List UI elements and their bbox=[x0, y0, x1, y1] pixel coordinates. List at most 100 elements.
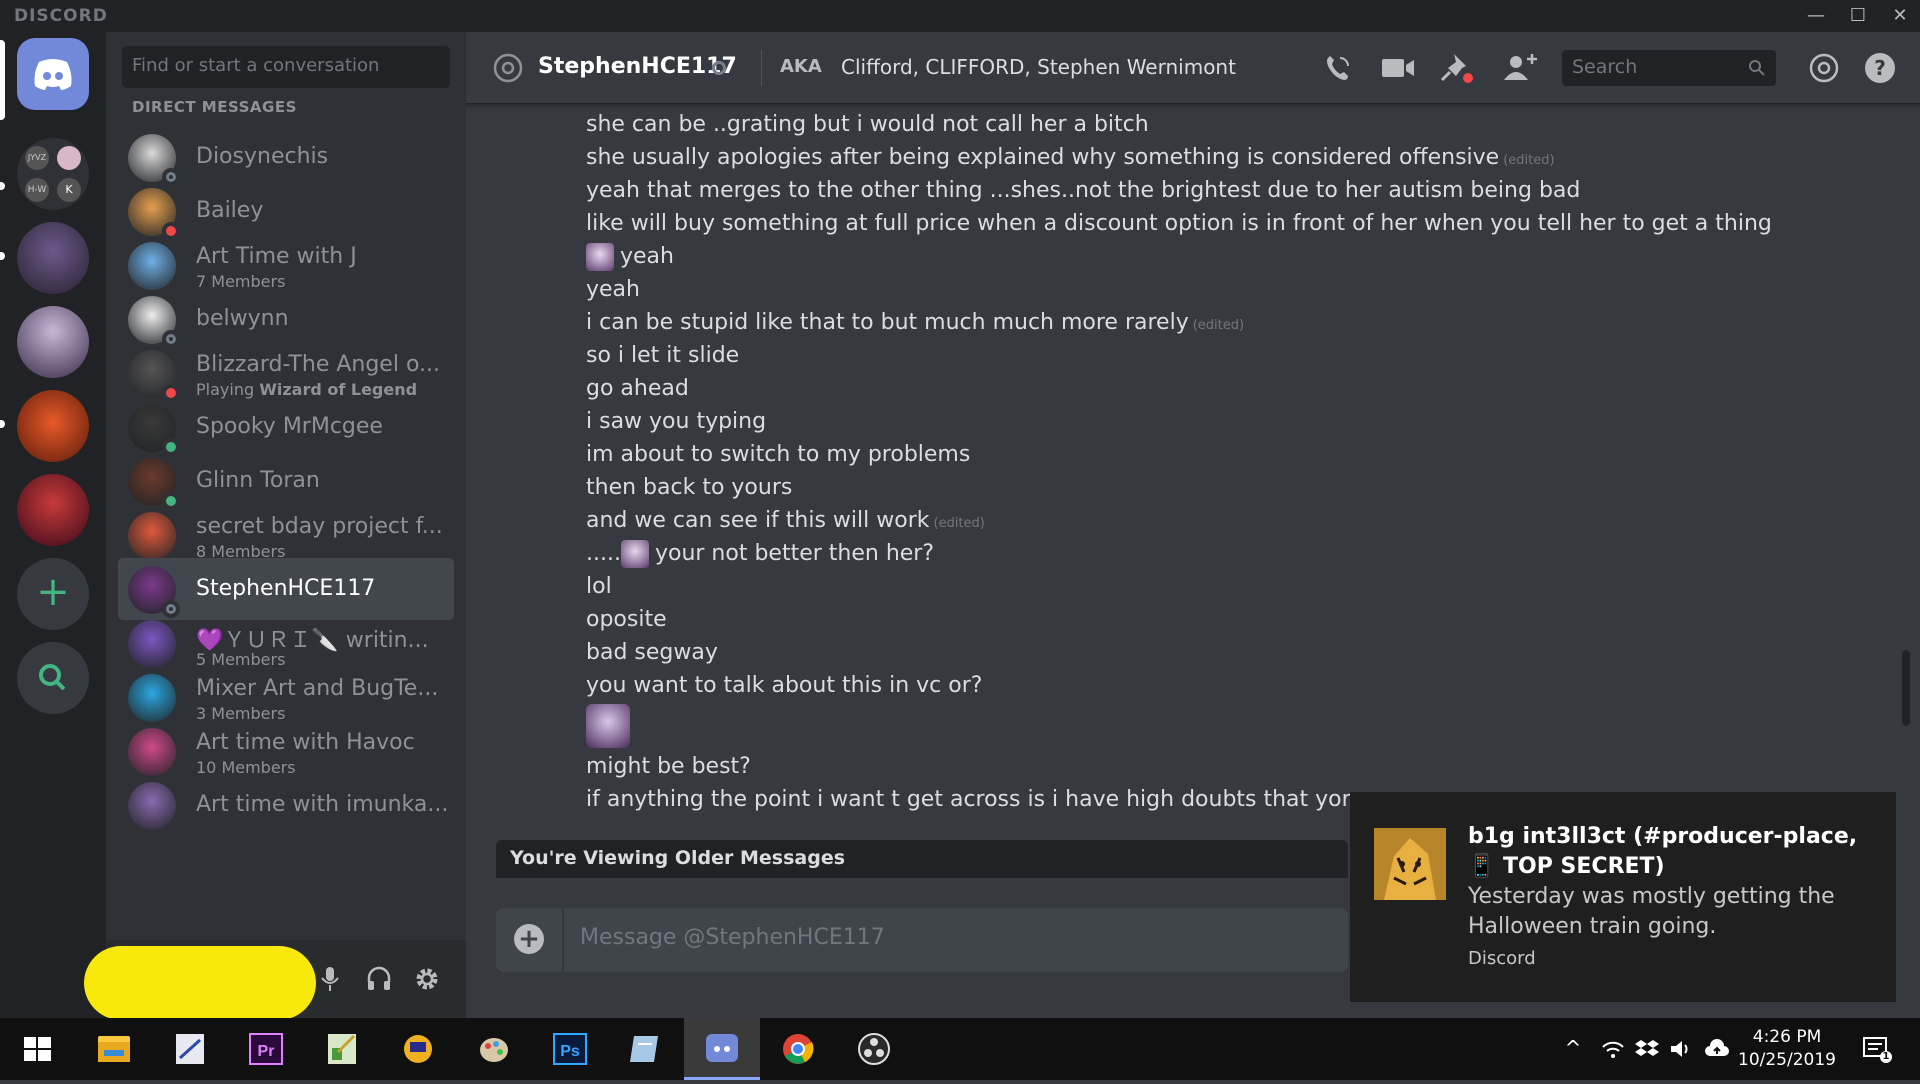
message[interactable]: i saw you typing bbox=[586, 405, 1886, 438]
edited-tag: (edited) bbox=[1192, 318, 1245, 333]
scrollbar-thumb[interactable] bbox=[1902, 650, 1910, 726]
dm-name: Art time with Havoc bbox=[196, 730, 415, 755]
dm-item[interactable]: Diosynechis bbox=[118, 126, 454, 188]
taskbar-app-paint-tool[interactable] bbox=[456, 1018, 532, 1080]
dm-item[interactable]: Mixer Art and BugTe... 3 Members bbox=[118, 666, 454, 728]
voice-call-icon[interactable] bbox=[1318, 50, 1358, 86]
taskbar-app-drawing[interactable] bbox=[152, 1018, 228, 1080]
taskbar-photoshop[interactable]: Ps bbox=[532, 1018, 608, 1080]
settings-gear-icon[interactable] bbox=[414, 966, 440, 992]
add-server-button[interactable]: + bbox=[17, 558, 89, 630]
microphone-icon[interactable] bbox=[320, 966, 340, 992]
message[interactable]: yeah bbox=[586, 240, 1886, 273]
show-hidden-icons-chevron-icon[interactable]: ^ bbox=[1560, 1036, 1586, 1062]
message[interactable]: like will buy something at full price wh… bbox=[586, 207, 1886, 240]
message[interactable]: go ahead bbox=[586, 372, 1886, 405]
server-icon-2[interactable] bbox=[17, 306, 89, 378]
dm-item[interactable]: belwynn bbox=[118, 288, 454, 350]
headphones-icon[interactable] bbox=[366, 966, 392, 992]
dm-item[interactable]: StephenHCE117 bbox=[118, 558, 454, 620]
message-composer[interactable]: + Message @StephenHCE117 bbox=[496, 908, 1348, 972]
message-input[interactable]: Message @StephenHCE117 bbox=[580, 925, 885, 950]
close-button[interactable]: ✕ bbox=[1880, 2, 1920, 30]
dm-item[interactable]: 💜ＹＵＲＩ🔪 writin... 5 Members bbox=[118, 612, 454, 674]
message[interactable]: she usually apologies after being explai… bbox=[586, 141, 1886, 174]
cloud-upload-icon[interactable] bbox=[1704, 1036, 1730, 1062]
dm-name: Diosynechis bbox=[196, 144, 329, 169]
taskbar-file-explorer[interactable] bbox=[76, 1018, 152, 1080]
avatar bbox=[128, 782, 176, 830]
header-search-input[interactable]: Search bbox=[1562, 50, 1776, 86]
message[interactable]: you want to talk about this in vc or? bbox=[586, 669, 1886, 702]
unread-indicator bbox=[0, 182, 5, 190]
upload-plus-icon[interactable]: + bbox=[514, 924, 544, 954]
message[interactable]: ..... your not better then her? bbox=[586, 537, 1886, 570]
plus-icon: + bbox=[36, 569, 70, 615]
system-clock[interactable]: 4:26 PM 10/25/2019 bbox=[1732, 1026, 1842, 1072]
message[interactable]: might be best? bbox=[586, 750, 1886, 783]
dm-item[interactable]: Glinn Toran bbox=[118, 450, 454, 512]
older-messages-banner[interactable]: You're Viewing Older Messages bbox=[496, 840, 1348, 878]
message-text: and we can see if this will work bbox=[586, 508, 930, 533]
message[interactable]: lol bbox=[586, 570, 1886, 603]
message-text: go ahead bbox=[586, 376, 689, 401]
server-folder[interactable]: JYVZ H-W K bbox=[17, 138, 89, 210]
message[interactable]: so i let it slide bbox=[586, 339, 1886, 372]
volume-icon[interactable] bbox=[1668, 1036, 1694, 1062]
server-icon-4[interactable] bbox=[17, 474, 89, 546]
server-icon-3[interactable] bbox=[17, 390, 89, 462]
video-call-icon[interactable] bbox=[1378, 50, 1418, 86]
explore-servers-button[interactable] bbox=[17, 642, 89, 714]
dm-item[interactable]: Bailey bbox=[118, 180, 454, 242]
notification-avatar bbox=[1374, 828, 1446, 900]
taskbar-discord[interactable] bbox=[684, 1018, 760, 1080]
message[interactable]: bad segway bbox=[586, 636, 1886, 669]
selected-indicator bbox=[0, 40, 5, 120]
dm-name: Blizzard-The Angel o... bbox=[196, 352, 440, 377]
dm-item[interactable]: Art Time with J7 Members bbox=[118, 234, 454, 296]
dm-name: Glinn Toran bbox=[196, 468, 320, 493]
dm-item[interactable]: secret bday project f... 8 Members bbox=[118, 504, 454, 566]
dropbox-icon[interactable] bbox=[1634, 1036, 1660, 1062]
dm-item[interactable]: Spooky MrMcgee bbox=[118, 396, 454, 458]
taskbar-obs[interactable] bbox=[836, 1018, 912, 1080]
action-center-icon[interactable]: 1 bbox=[1862, 1034, 1892, 1063]
message-text: might be best? bbox=[586, 754, 751, 779]
server-icon-1[interactable] bbox=[17, 222, 89, 294]
taskbar-app-game[interactable] bbox=[380, 1018, 456, 1080]
message[interactable]: im about to switch to my problems bbox=[586, 438, 1886, 471]
start-button[interactable] bbox=[0, 1018, 76, 1080]
header-divider bbox=[761, 50, 762, 86]
message[interactable]: i can be stupid like that to but much mu… bbox=[586, 306, 1886, 339]
taskbar-premiere-pro[interactable]: Pr bbox=[228, 1018, 304, 1080]
minimize-button[interactable]: — bbox=[1796, 2, 1836, 30]
message[interactable]: oposite bbox=[586, 603, 1886, 636]
message[interactable]: yeah that merges to the other thing ...s… bbox=[586, 174, 1886, 207]
help-icon[interactable]: ? bbox=[1860, 50, 1900, 86]
find-conversation-input[interactable]: Find or start a conversation bbox=[122, 46, 450, 88]
message[interactable]: yeah bbox=[586, 273, 1886, 306]
premiere-pro-icon: Pr bbox=[249, 1033, 283, 1065]
direct-messages-panel: Find or start a conversation DIRECT MESS… bbox=[106, 32, 466, 1018]
edited-tag: (edited) bbox=[933, 516, 985, 531]
taskbar-app-notes[interactable] bbox=[608, 1018, 684, 1080]
message[interactable]: she can be ..grating but i would not cal… bbox=[586, 108, 1886, 141]
home-button[interactable] bbox=[17, 38, 89, 110]
message[interactable]: then back to yours bbox=[586, 471, 1886, 504]
dm-item[interactable]: Art time with imunka... bbox=[118, 774, 454, 830]
message-prefix: ..... bbox=[586, 541, 621, 566]
taskbar-chrome[interactable] bbox=[760, 1018, 836, 1080]
pinned-messages-icon[interactable] bbox=[1438, 50, 1478, 86]
windows-logo-icon bbox=[24, 1037, 51, 1061]
dm-item[interactable]: Art time with Havoc 10 Members bbox=[118, 720, 454, 782]
taskbar-app-spreadsheet[interactable] bbox=[304, 1018, 380, 1080]
maximize-button[interactable]: ☐ bbox=[1838, 2, 1878, 30]
search-placeholder: Search bbox=[1572, 56, 1638, 78]
notification-toast[interactable]: b1g int3ll3ct (#producer-place, 📱 TOP SE… bbox=[1350, 792, 1896, 1002]
wifi-icon[interactable] bbox=[1600, 1036, 1626, 1062]
dm-item[interactable]: Blizzard-The Angel o... Playing Wizard of… bbox=[118, 342, 454, 404]
message[interactable] bbox=[586, 702, 1886, 750]
add-friend-icon[interactable] bbox=[1500, 50, 1540, 86]
message[interactable]: and we can see if this will work (edited) bbox=[586, 504, 1886, 537]
mentions-icon[interactable] bbox=[1804, 50, 1844, 86]
